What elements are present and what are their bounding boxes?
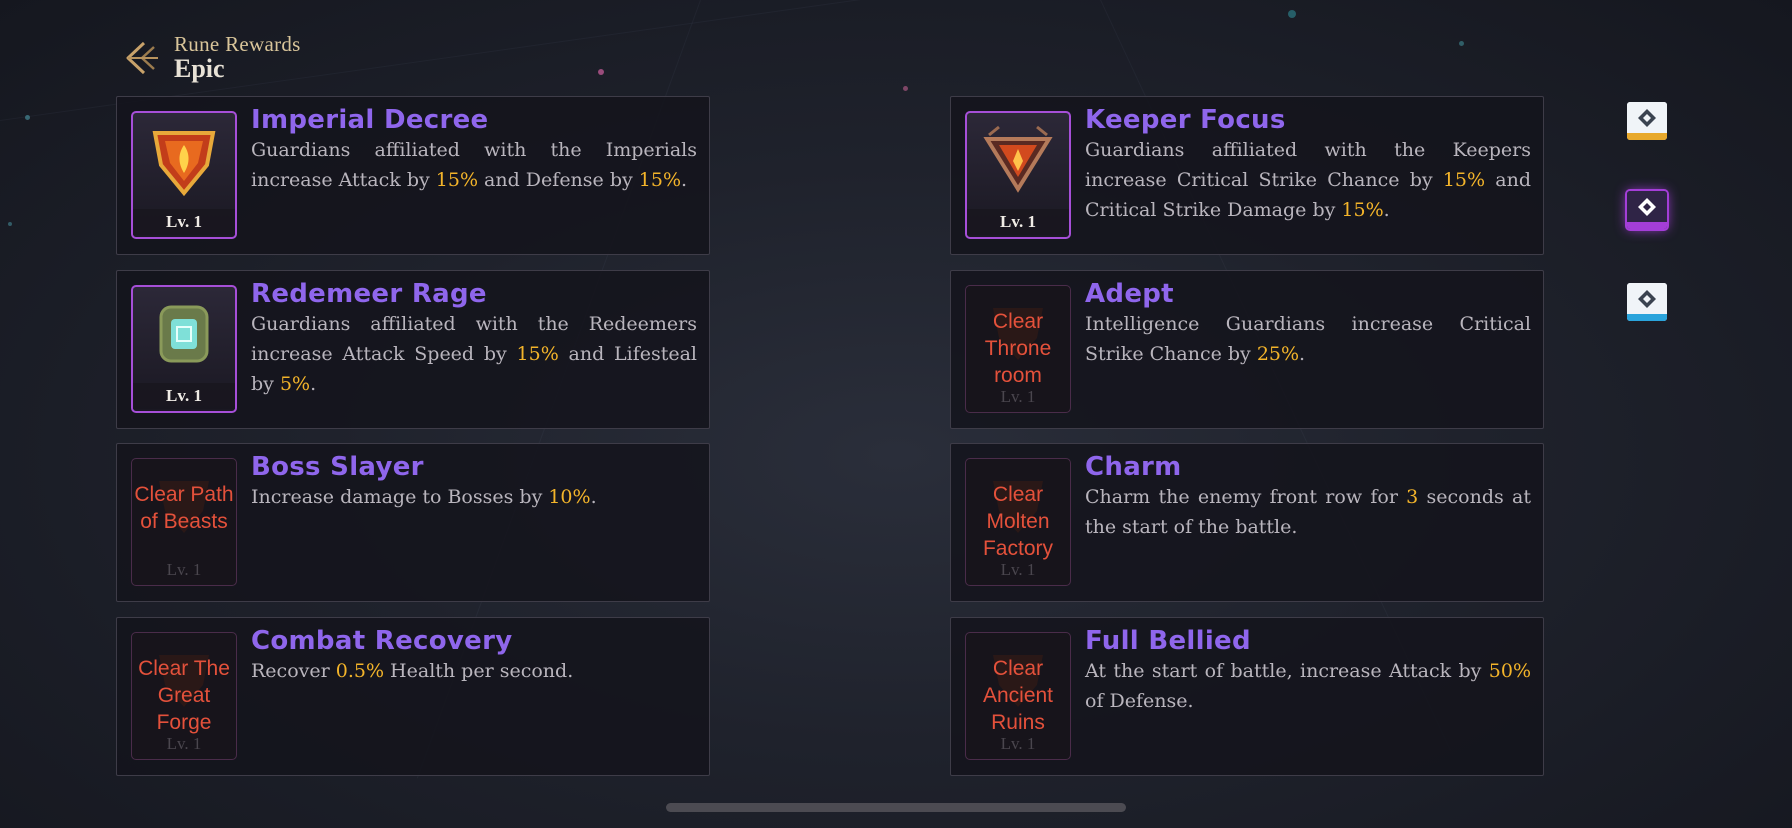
rune-description-text: Recover [251, 660, 336, 682]
unlock-requirement: Clear The Great Forge [138, 657, 230, 734]
rune-card[interactable]: Lv. 1 Keeper Focus Guardians affiliated wi… [950, 96, 1544, 255]
rune-icon-slot[interactable]: Clear Throne room Lv. 1 [965, 285, 1071, 413]
rune-description: Recover 0.5% Health per second. [251, 656, 697, 686]
rune-diamond-icon [1638, 197, 1656, 216]
rune-bonus-value: 15% [638, 169, 682, 191]
rune-bonus-value: 0.5% [335, 660, 385, 682]
rune-icon-slot[interactable]: Lv. 1 [965, 111, 1071, 239]
rune-icon-slot[interactable]: Lv. 1 [131, 285, 237, 413]
unlock-requirement: Clear Molten Factory [982, 483, 1053, 560]
legendary-tab[interactable] [1627, 102, 1667, 140]
rune-bonus-value: 15% [1341, 199, 1384, 221]
rune-card[interactable]: Clear Ancient Ruins Lv. 1 Full Bellied At t… [950, 617, 1544, 776]
rune-description: Charm the enemy front row for 3 seconds … [1085, 482, 1531, 542]
rune-bonus-value: 25% [1256, 343, 1300, 365]
rune-icon-slot[interactable]: Clear Path of Beasts Lv. 1 [131, 458, 237, 586]
header-text: Rune Rewards Epic [174, 33, 301, 83]
rune-description: Increase damage to Bosses by 10%. [251, 482, 697, 512]
rune-bonus-value: 15% [435, 169, 478, 191]
rune-card[interactable]: Clear Throne room Lv. 1 Adept Intelligence … [950, 270, 1544, 429]
rune-title: Imperial Decree [251, 105, 489, 135]
rune-icon-slot[interactable]: Clear Ancient Ruins Lv. 1 [965, 632, 1071, 760]
rune-level: Lv. 1 [166, 734, 202, 753]
rune-level: Lv. 1 [1000, 387, 1036, 406]
rune-level: Lv. 1 [166, 560, 202, 579]
rune-description: Guardians affiliated with the Keepers in… [1085, 135, 1531, 225]
epic-tab[interactable] [1627, 191, 1667, 229]
rune-icon-slot[interactable]: Lv. 1 [131, 111, 237, 239]
rune-level: Lv. 1 [967, 209, 1069, 235]
rune-bonus-value: 15% [516, 343, 559, 365]
rune-icon-slot[interactable]: Clear Molten Factory Lv. 1 [965, 458, 1071, 586]
rune-title: Charm [1085, 452, 1182, 482]
rune-title: Boss Slayer [251, 452, 424, 482]
rune-diamond-icon [1638, 289, 1656, 308]
rune-bonus-value: 15% [1442, 169, 1486, 191]
rune-diamond-icon [1638, 108, 1656, 127]
rune-title: Adept [1085, 279, 1174, 309]
rune-bonus-value: 10% [548, 486, 591, 508]
rune-bonus-value: 50% [1488, 660, 1531, 682]
rune-description-text: . [310, 373, 317, 395]
rune-description-text: and Defense by [478, 169, 639, 191]
rune-description-text: Intelligence Guardians increase Critical… [1085, 313, 1531, 365]
rune-bonus-value: 3 [1406, 486, 1419, 508]
rune-description-text: . [681, 169, 688, 191]
rune-description-text: Health per second. [384, 660, 574, 682]
back-arrow-icon [126, 41, 158, 75]
page-header: Rune Rewards Epic [118, 28, 301, 88]
rune-description: Guardians affiliated with the Imperials … [251, 135, 697, 195]
unlock-requirement: Clear Throne room [984, 310, 1052, 387]
rare-tab[interactable] [1627, 283, 1667, 321]
rune-description: Intelligence Guardians increase Critical… [1085, 309, 1531, 369]
rune-description: Guardians affiliated with the Redeemers … [251, 309, 697, 399]
rune-description-text: Increase damage to Bosses by [251, 486, 549, 508]
rune-card[interactable]: Clear Path of Beasts Lv. 1 Boss Slayer Incr… [116, 443, 710, 602]
rune-card[interactable]: Clear Molten Factory Lv. 1 Charm Charm the … [950, 443, 1544, 602]
rune-bonus-value: 5% [279, 373, 311, 395]
rune-icon-slot[interactable]: Clear The Great Forge Lv. 1 [131, 632, 237, 760]
header-title: Epic [174, 54, 225, 83]
redeemer-rune-icon [149, 295, 219, 377]
back-button[interactable] [118, 35, 164, 81]
rune-description-text: At the start of battle, increase Attack … [1085, 660, 1489, 682]
rune-description-text: . [1299, 343, 1306, 365]
rune-description-text: . [1383, 199, 1390, 221]
rune-level: Lv. 1 [1000, 560, 1036, 579]
header-label: Rune Rewards [174, 32, 301, 56]
rune-title: Redemeer Rage [251, 279, 487, 309]
rune-card[interactable]: Lv. 1 Imperial Decree Guardians affiliated… [116, 96, 710, 255]
rune-level: Lv. 1 [133, 209, 235, 235]
rune-title: Keeper Focus [1085, 105, 1286, 135]
rune-card[interactable]: Lv. 1 Redemeer Rage Guardians affiliated w… [116, 270, 710, 429]
keeper-rune-icon [983, 121, 1053, 203]
imperial-rune-icon [149, 121, 219, 203]
rune-level: Lv. 1 [1000, 734, 1036, 753]
rune-description-text: Charm the enemy front row for [1085, 486, 1407, 508]
unlock-requirement: Clear Ancient Ruins [982, 657, 1054, 734]
rune-card[interactable]: Clear The Great Forge Lv. 1 Combat Recover… [116, 617, 710, 776]
rune-level: Lv. 1 [133, 383, 235, 409]
unlock-requirement: Clear Path of Beasts [134, 483, 234, 533]
rune-description-text: . [590, 486, 597, 508]
rune-title: Combat Recovery [251, 626, 513, 656]
rune-description: At the start of battle, increase Attack … [1085, 656, 1531, 716]
rune-description-text: of Defense. [1085, 690, 1194, 712]
home-indicator [666, 803, 1126, 812]
rune-title: Full Bellied [1085, 626, 1251, 656]
